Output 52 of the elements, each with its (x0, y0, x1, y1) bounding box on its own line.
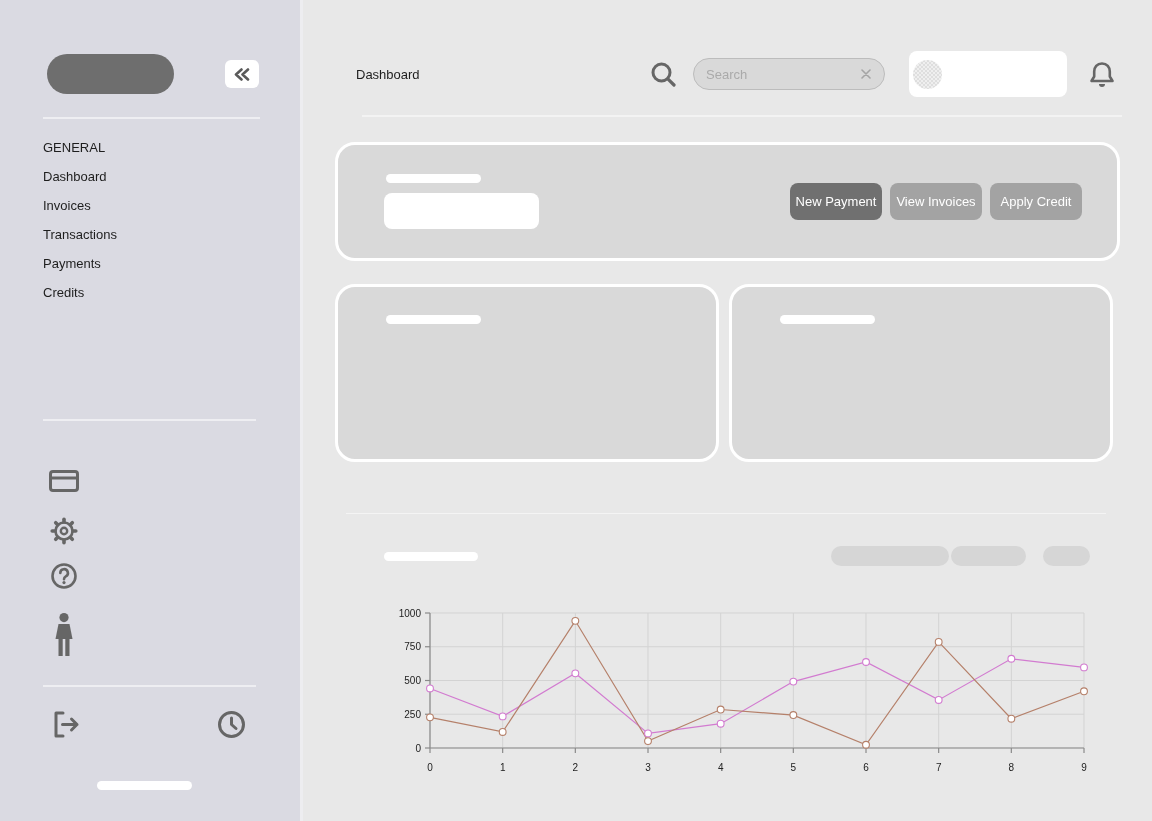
y-tick-label: 500 (404, 675, 421, 686)
x-tick-label: 5 (790, 762, 797, 773)
x-tick-label: 8 (1008, 762, 1015, 773)
y-tick-label: 1000 (398, 607, 421, 619)
section-heading: GENERAL (43, 139, 106, 157)
x-tick-label: 0 (427, 762, 433, 773)
data-point (934, 696, 943, 704)
data-point (1007, 654, 1016, 663)
page-title: Dashboard (356, 66, 421, 82)
x-tick-label: 1 (499, 762, 506, 773)
x-tick-label: 4 (717, 762, 724, 773)
y-tick-label: 0 (415, 742, 421, 754)
clock-icon[interactable] (218, 711, 245, 738)
x-tick-label: 7 (935, 762, 942, 773)
data-point (716, 705, 725, 714)
x-tick-label: 9 (1081, 762, 1087, 773)
collapse-button[interactable] (225, 60, 259, 88)
double-chevron-icon (234, 67, 250, 81)
x-tick-label: 2 (572, 762, 579, 773)
nav-item[interactable]: Transactions (43, 220, 117, 249)
search-icon[interactable] (651, 61, 676, 87)
help-icon[interactable] (51, 563, 77, 589)
logout-icon[interactable] (53, 711, 80, 738)
data-point (862, 740, 870, 749)
person-icon[interactable] (55, 613, 73, 656)
data-point (571, 669, 580, 678)
nav-item[interactable]: Dashboard (43, 162, 107, 191)
data-point (934, 637, 943, 646)
data-point (1007, 714, 1016, 723)
data-point (1080, 687, 1088, 696)
avatar-icon (913, 59, 942, 89)
nav-item[interactable]: Credits (43, 278, 85, 307)
x-tick-label: 3 (645, 762, 651, 773)
data-point (716, 719, 725, 728)
data-point (426, 684, 434, 693)
data-point (426, 713, 434, 722)
data-point (1080, 663, 1088, 672)
y-tick-label: 250 (404, 708, 421, 720)
data-point (862, 658, 870, 666)
nav-item[interactable]: Payments (43, 249, 101, 278)
y-tick-label: 750 (404, 641, 421, 653)
data-point (789, 677, 798, 686)
settings-icon[interactable] (50, 517, 78, 545)
data-point (571, 616, 580, 625)
x-tick-label: 6 (863, 762, 869, 773)
bell-icon[interactable] (1089, 60, 1115, 88)
data-point (498, 712, 507, 721)
action-button[interactable]: New Payment (790, 183, 882, 220)
data-point (789, 711, 798, 719)
data-point (498, 728, 507, 736)
credit-card-icon[interactable] (49, 470, 79, 492)
nav-item[interactable]: Invoices (43, 191, 91, 220)
